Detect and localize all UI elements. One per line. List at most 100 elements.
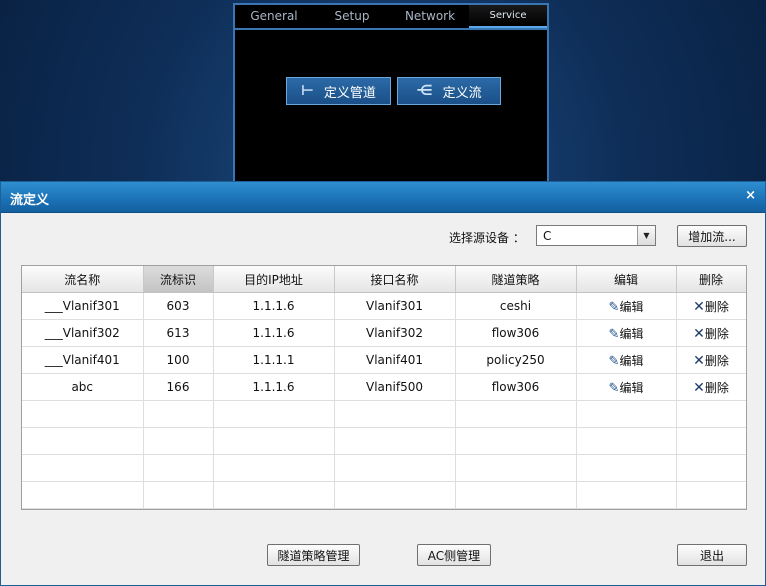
source-device-value: C	[543, 229, 552, 243]
cell-tunnel-policy: ceshi	[455, 292, 577, 320]
cell-flow-name: ___Vlanif401	[22, 346, 144, 374]
cell-flow-id: 166	[143, 373, 214, 401]
cell-tunnel-policy: flow306	[455, 373, 577, 401]
empty-cell	[334, 481, 456, 509]
table-row[interactable]: ___Vlanif302 613 1.1.1.6 Vlanif302 flow306 ✎编…	[22, 319, 746, 347]
table-row-empty	[22, 400, 746, 428]
define-flow-button[interactable]: ⋲ 定义流	[397, 77, 501, 105]
empty-cell	[455, 454, 577, 482]
empty-cell	[22, 427, 144, 455]
empty-cell	[22, 400, 144, 428]
empty-cell	[455, 400, 577, 428]
pipe-icon: ⊢	[301, 83, 314, 99]
cell-interface: Vlanif401	[334, 346, 456, 374]
empty-cell	[676, 454, 746, 482]
table-header-row: 流名称 流标识 目的IP地址 接口名称 隧道策略 编辑 删除	[22, 266, 746, 293]
table-row-empty	[22, 481, 746, 509]
cell-edit: ✎编辑	[576, 292, 677, 320]
cell-interface: Vlanif500	[334, 373, 456, 401]
cell-edit: ✎编辑	[576, 319, 677, 347]
edit-button[interactable]: ✎编辑	[609, 326, 644, 342]
tab-setup[interactable]: Setup	[313, 5, 391, 28]
empty-cell	[143, 400, 214, 428]
col-header-tunnel-policy[interactable]: 隧道策略	[455, 266, 577, 293]
col-header-flow-name[interactable]: 流名称	[22, 266, 144, 293]
cell-delete: ✕删除	[676, 346, 746, 374]
empty-cell	[213, 400, 335, 428]
delete-button[interactable]: ✕删除	[693, 298, 729, 315]
delete-button[interactable]: ✕删除	[693, 352, 729, 369]
empty-cell	[213, 481, 335, 509]
col-header-delete[interactable]: 删除	[676, 266, 746, 293]
col-header-interface[interactable]: 接口名称	[334, 266, 456, 293]
cell-flow-name: ___Vlanif301	[22, 292, 144, 320]
col-header-flow-id[interactable]: 流标识	[143, 266, 214, 293]
cell-dest-ip: 1.1.1.6	[213, 319, 335, 347]
cell-interface: Vlanif302	[334, 319, 456, 347]
ac-side-manage-button[interactable]: AC侧管理	[417, 544, 491, 566]
col-header-edit[interactable]: 编辑	[576, 266, 677, 293]
delete-x-icon: ✕	[693, 325, 705, 342]
table-row[interactable]: abc 166 1.1.1.6 Vlanif500 flow306 ✎编辑 ✕删除	[22, 373, 746, 401]
flow-definition-dialog: 流定义 × 选择源设备 ： C ▼ 增加流... 流名称 流标识 目的IP地址 …	[0, 181, 766, 586]
edit-button[interactable]: ✎编辑	[608, 299, 644, 315]
cell-flow-id: 603	[143, 292, 214, 320]
tab-bar: General Setup Network Service	[235, 5, 547, 30]
tab-general[interactable]: General	[235, 5, 313, 28]
cell-flow-name: abc	[22, 373, 144, 401]
delete-x-icon: ✕	[693, 298, 705, 315]
delete-x-icon: ✕	[693, 352, 705, 369]
delete-button[interactable]: ✕删除	[693, 325, 729, 342]
cell-tunnel-policy: flow306	[455, 319, 577, 347]
empty-cell	[213, 427, 335, 455]
exit-button[interactable]: 退出	[677, 544, 747, 566]
col-header-dest-ip[interactable]: 目的IP地址	[213, 266, 335, 293]
empty-cell	[576, 400, 677, 428]
edit-label: 编辑	[619, 326, 644, 341]
define-flow-label: 定义流	[442, 85, 482, 101]
delete-label: 删除	[704, 326, 729, 341]
tunnel-policy-manage-button[interactable]: 隧道策略管理	[267, 544, 360, 566]
tab-service[interactable]: Service	[469, 5, 547, 28]
cell-dest-ip: 1.1.1.1	[213, 346, 335, 374]
delete-label: 删除	[704, 299, 729, 314]
add-flow-button[interactable]: 增加流...	[677, 225, 747, 247]
empty-cell	[334, 400, 456, 428]
empty-cell	[676, 427, 746, 455]
empty-cell	[22, 481, 144, 509]
delete-label: 删除	[704, 353, 729, 368]
empty-cell	[143, 427, 214, 455]
dialog-titlebar[interactable]: 流定义 ×	[1, 182, 765, 213]
table-row[interactable]: ___Vlanif401 100 1.1.1.1 Vlanif401 policy250…	[22, 346, 746, 374]
edit-button[interactable]: ✎编辑	[608, 353, 644, 369]
empty-cell	[576, 481, 677, 509]
pencil-icon: ✎	[608, 380, 620, 396]
edit-label: 编辑	[619, 299, 644, 314]
delete-button[interactable]: ✕删除	[693, 380, 729, 396]
empty-cell	[22, 454, 144, 482]
service-panel: General Setup Network Service ⊢ 定义管道 ⋲ 定…	[233, 3, 549, 183]
edit-label: 编辑	[619, 380, 644, 395]
cell-delete: ✕删除	[676, 319, 746, 347]
cell-interface: Vlanif301	[334, 292, 456, 320]
cell-flow-name: ___Vlanif302	[22, 319, 144, 347]
flow-icon: ⋲	[416, 83, 433, 99]
edit-button[interactable]: ✎编辑	[608, 380, 644, 396]
empty-cell	[676, 400, 746, 428]
empty-cell	[455, 481, 577, 509]
cell-edit: ✎编辑	[576, 346, 677, 374]
cell-tunnel-policy: policy250	[455, 346, 577, 374]
cell-delete: ✕删除	[676, 373, 746, 401]
empty-cell	[576, 454, 677, 482]
define-pipe-label: 定义管道	[323, 85, 376, 101]
source-device-select[interactable]: C ▼	[536, 225, 656, 246]
tab-network[interactable]: Network	[391, 5, 469, 28]
table-row-empty	[22, 427, 746, 455]
pencil-icon: ✎	[608, 353, 620, 369]
define-pipe-button[interactable]: ⊢ 定义管道	[286, 77, 391, 105]
table-row[interactable]: ___Vlanif301 603 1.1.1.6 Vlanif301 ceshi ✎编辑 ✕…	[22, 292, 746, 320]
chevron-down-icon[interactable]: ▼	[637, 226, 655, 245]
close-icon[interactable]: ×	[745, 188, 756, 203]
cell-dest-ip: 1.1.1.6	[213, 292, 335, 320]
pencil-icon: ✎	[608, 299, 620, 315]
